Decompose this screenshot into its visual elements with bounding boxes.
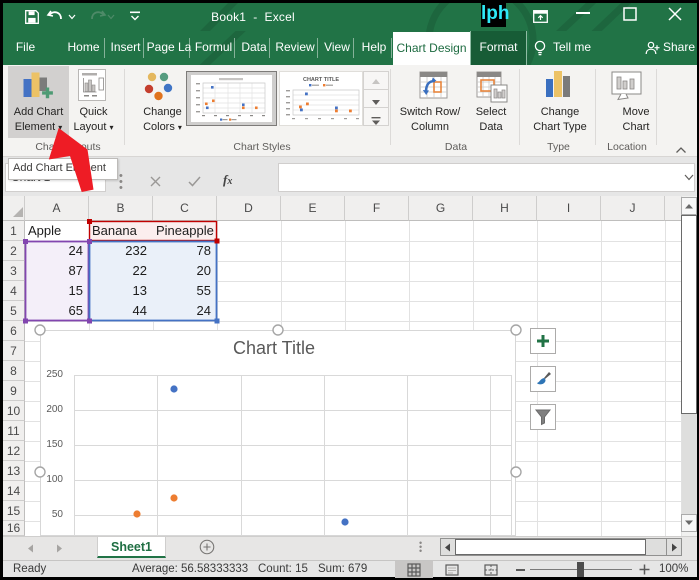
svg-text:CHART TITLE: CHART TITLE (303, 77, 339, 83)
